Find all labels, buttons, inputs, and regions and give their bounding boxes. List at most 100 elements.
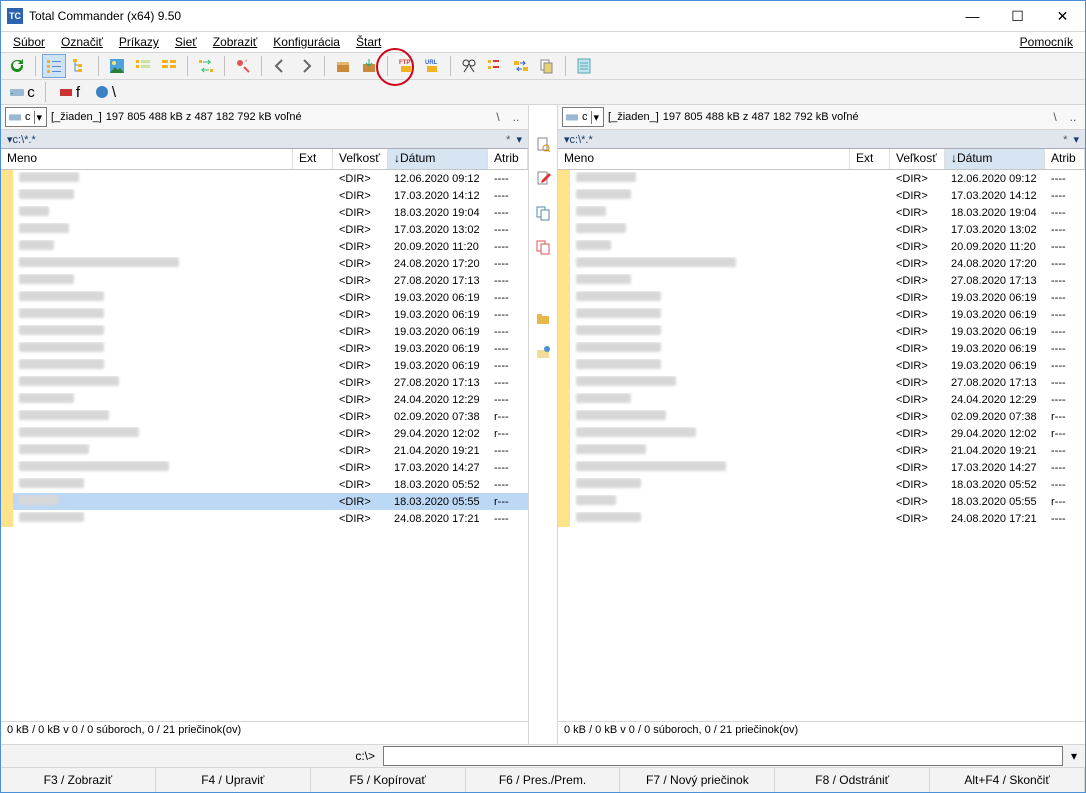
table-row[interactable]: <DIR>19.03.2020 06:19---- xyxy=(1,289,528,306)
f3-view-button[interactable]: F3 / Zobraziť xyxy=(1,768,156,792)
col-date[interactable]: ↓Dátum xyxy=(388,149,488,169)
right-file-list[interactable]: <DIR>12.06.2020 09:12----<DIR>17.03.2020… xyxy=(558,170,1085,721)
col-ext[interactable]: Ext xyxy=(850,149,890,169)
table-row[interactable]: <DIR>17.03.2020 13:02---- xyxy=(558,221,1085,238)
table-row[interactable]: <DIR>17.03.2020 14:27---- xyxy=(558,459,1085,476)
table-row[interactable]: <DIR>12.06.2020 09:12---- xyxy=(558,170,1085,187)
table-row[interactable]: <DIR>19.03.2020 06:19---- xyxy=(1,323,528,340)
table-row[interactable]: <DIR>02.09.2020 07:38r--- xyxy=(1,408,528,425)
table-row[interactable]: <DIR>18.03.2020 19:04---- xyxy=(558,204,1085,221)
table-row[interactable]: <DIR>19.03.2020 06:19---- xyxy=(558,306,1085,323)
table-row[interactable]: <DIR>24.08.2020 17:20---- xyxy=(1,255,528,272)
brief-view-icon[interactable] xyxy=(157,54,181,78)
table-row[interactable]: <DIR>24.08.2020 17:21---- xyxy=(558,510,1085,527)
f6-move-button[interactable]: F6 / Pres./Prem. xyxy=(466,768,621,792)
left-drive-select[interactable]: c ▾ xyxy=(5,107,47,127)
ftp-connect-icon[interactable]: FTP xyxy=(394,54,418,78)
table-row[interactable]: <DIR>20.09.2020 11:20---- xyxy=(558,238,1085,255)
search-icon[interactable] xyxy=(457,54,481,78)
minimize-button[interactable]: — xyxy=(950,1,995,31)
menu-start[interactable]: Štart xyxy=(348,34,389,50)
maximize-button[interactable]: ☐ xyxy=(995,1,1040,31)
close-button[interactable]: ✕ xyxy=(1040,1,1085,31)
sync-dirs-icon[interactable] xyxy=(509,54,533,78)
table-row[interactable]: <DIR>18.03.2020 05:52---- xyxy=(1,476,528,493)
left-up-button[interactable]: .. xyxy=(508,110,524,124)
f4-edit-button[interactable]: F4 / Upraviť xyxy=(156,768,311,792)
table-row[interactable]: <DIR>24.08.2020 17:20---- xyxy=(558,255,1085,272)
table-row[interactable]: <DIR>17.03.2020 14:12---- xyxy=(558,187,1085,204)
table-row[interactable]: <DIR>24.04.2020 12:29---- xyxy=(1,391,528,408)
right-root-button[interactable]: \ xyxy=(1047,110,1063,124)
table-row[interactable]: <DIR>19.03.2020 06:19---- xyxy=(558,323,1085,340)
menu-help[interactable]: Pomocník xyxy=(1012,34,1081,50)
right-up-button[interactable]: .. xyxy=(1065,110,1081,124)
view-file-icon[interactable] xyxy=(531,133,555,157)
table-row[interactable]: <DIR>24.08.2020 17:21---- xyxy=(1,510,528,527)
drive-network-button[interactable]: \ xyxy=(88,80,122,104)
table-row[interactable]: <DIR>27.08.2020 17:13---- xyxy=(1,272,528,289)
table-row[interactable]: <DIR>20.09.2020 11:20---- xyxy=(1,238,528,255)
copy-names-icon[interactable] xyxy=(535,54,559,78)
drive-f-button[interactable]: f xyxy=(52,80,86,104)
ftp-url-icon[interactable]: URL xyxy=(420,54,444,78)
delete-icon[interactable] xyxy=(531,341,555,365)
table-row[interactable]: <DIR>19.03.2020 06:19---- xyxy=(1,340,528,357)
pack-icon[interactable] xyxy=(331,54,355,78)
f8-delete-button[interactable]: F8 / Odstrániť xyxy=(775,768,930,792)
table-row[interactable]: <DIR>19.03.2020 06:19---- xyxy=(1,357,528,374)
thumbnails-icon[interactable] xyxy=(105,54,129,78)
table-row[interactable]: <DIR>19.03.2020 06:19---- xyxy=(558,289,1085,306)
f7-newfolder-button[interactable]: F7 / Nový priečinok xyxy=(620,768,775,792)
table-row[interactable]: <DIR>12.06.2020 09:12---- xyxy=(1,170,528,187)
table-row[interactable]: <DIR>18.03.2020 05:55r--- xyxy=(558,493,1085,510)
right-drive-select[interactable]: c ▾ xyxy=(562,107,604,127)
left-path-tab[interactable]: ▾c:\*.* * ▾ xyxy=(1,130,528,149)
edit-file-icon[interactable] xyxy=(531,167,555,191)
altf4-quit-button[interactable]: Alt+F4 / Skončiť xyxy=(930,768,1085,792)
menu-show[interactable]: Zobraziť xyxy=(205,34,266,50)
table-row[interactable]: <DIR>02.09.2020 07:38r--- xyxy=(558,408,1085,425)
command-input[interactable] xyxy=(383,746,1063,766)
swap-panels-icon[interactable] xyxy=(194,54,218,78)
left-file-list[interactable]: <DIR>12.06.2020 09:12----<DIR>17.03.2020… xyxy=(1,170,528,721)
col-ext[interactable]: Ext xyxy=(293,149,333,169)
f5-copy-button[interactable]: F5 / Kopírovať xyxy=(311,768,466,792)
notepad-icon[interactable] xyxy=(572,54,596,78)
menu-mark[interactable]: Označiť xyxy=(53,34,111,50)
table-row[interactable]: <DIR>27.08.2020 17:13---- xyxy=(558,374,1085,391)
table-row[interactable]: <DIR>17.03.2020 14:12---- xyxy=(1,187,528,204)
table-row[interactable]: <DIR>29.04.2020 12:02r--- xyxy=(558,425,1085,442)
table-row[interactable]: <DIR>29.04.2020 12:02r--- xyxy=(1,425,528,442)
multi-rename-icon[interactable] xyxy=(483,54,507,78)
move-file-icon[interactable] xyxy=(531,235,555,259)
col-date[interactable]: ↓Dátum xyxy=(945,149,1045,169)
table-row[interactable]: <DIR>21.04.2020 19:21---- xyxy=(558,442,1085,459)
right-path-tab[interactable]: ▾c:\*.* * ▾ xyxy=(558,130,1085,149)
table-row[interactable]: <DIR>17.03.2020 13:02---- xyxy=(1,221,528,238)
menu-commands[interactable]: Príkazy xyxy=(111,34,167,50)
col-size[interactable]: Veľkosť xyxy=(333,149,388,169)
menu-config[interactable]: Konfigurácia xyxy=(265,34,348,50)
col-attr[interactable]: Atrib xyxy=(488,149,528,169)
list-view-icon[interactable] xyxy=(42,54,66,78)
tree-view-icon[interactable] xyxy=(68,54,92,78)
back-icon[interactable] xyxy=(268,54,292,78)
unpack-icon[interactable] xyxy=(357,54,381,78)
table-row[interactable]: <DIR>18.03.2020 05:55r--- xyxy=(1,493,528,510)
table-row[interactable]: <DIR>19.03.2020 06:19---- xyxy=(558,340,1085,357)
table-row[interactable]: <DIR>17.03.2020 14:27---- xyxy=(1,459,528,476)
table-row[interactable]: <DIR>24.04.2020 12:29---- xyxy=(558,391,1085,408)
forward-icon[interactable] xyxy=(294,54,318,78)
col-name[interactable]: Meno xyxy=(1,149,293,169)
col-attr[interactable]: Atrib xyxy=(1045,149,1085,169)
table-row[interactable]: <DIR>27.08.2020 17:13---- xyxy=(558,272,1085,289)
menu-net[interactable]: Sieť xyxy=(167,34,205,50)
command-history-dropdown[interactable]: ▾ xyxy=(1067,749,1081,763)
table-row[interactable]: <DIR>18.03.2020 05:52---- xyxy=(558,476,1085,493)
reload-icon[interactable] xyxy=(5,54,29,78)
table-row[interactable]: <DIR>21.04.2020 19:21---- xyxy=(1,442,528,459)
table-row[interactable]: <DIR>19.03.2020 06:19---- xyxy=(558,357,1085,374)
col-size[interactable]: Veľkosť xyxy=(890,149,945,169)
target-equal-source-icon[interactable]: * xyxy=(231,54,255,78)
